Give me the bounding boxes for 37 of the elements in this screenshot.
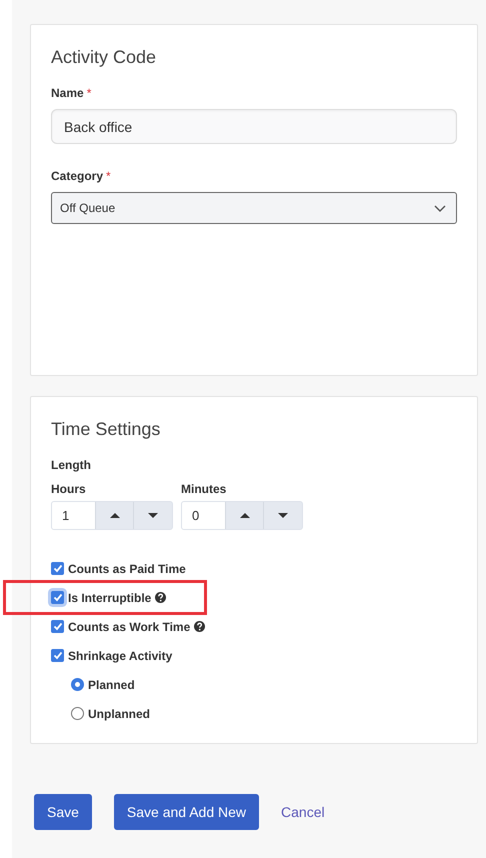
checkbox-label: Counts as Paid Time	[68, 560, 186, 578]
field-label: Name	[51, 85, 84, 101]
section-label: Length	[51, 457, 92, 473]
required-mark: *	[106, 168, 111, 184]
checkbox[interactable]	[51, 620, 64, 633]
field-label: Category	[51, 168, 104, 184]
radio-label: Unplanned	[88, 706, 150, 722]
checkbox[interactable]	[51, 649, 64, 662]
chevron-down-icon	[434, 204, 446, 212]
checkbox[interactable]	[51, 562, 64, 575]
required-mark: *	[86, 85, 92, 101]
number-spinner[interactable]: 0	[181, 501, 303, 530]
field-label: Hours	[51, 481, 87, 497]
action-button[interactable]: Save and Add New	[114, 794, 260, 830]
cancel-link[interactable]: Cancel	[281, 802, 325, 822]
checkmark-icon	[52, 564, 62, 573]
field-label: Minutes	[181, 481, 228, 497]
radio-label: Planned	[88, 676, 135, 694]
triangle-down-icon	[278, 513, 288, 518]
checkbox-label: Counts as Work Time	[68, 618, 190, 636]
checkmark-icon	[52, 593, 62, 602]
triangle-up-icon	[240, 513, 250, 518]
select-field[interactable]: Off Queue	[51, 192, 457, 224]
triangle-up-icon	[110, 513, 120, 518]
radio-button[interactable]	[71, 707, 84, 720]
checkbox[interactable]	[51, 591, 64, 604]
card-title: Time Settings	[51, 418, 162, 441]
checkbox-label: Shrinkage Activity	[68, 648, 172, 664]
checkmark-icon	[52, 622, 62, 631]
checkmark-icon	[52, 651, 62, 660]
number-spinner[interactable]: 1	[51, 501, 173, 530]
action-button[interactable]: Save	[34, 794, 92, 830]
input-field[interactable]: Back office	[51, 109, 457, 144]
checkbox-label: Is Interruptible	[68, 590, 152, 606]
card-title: Activity Code	[51, 46, 158, 69]
triangle-down-icon	[148, 513, 158, 518]
radio-button[interactable]	[71, 678, 84, 691]
